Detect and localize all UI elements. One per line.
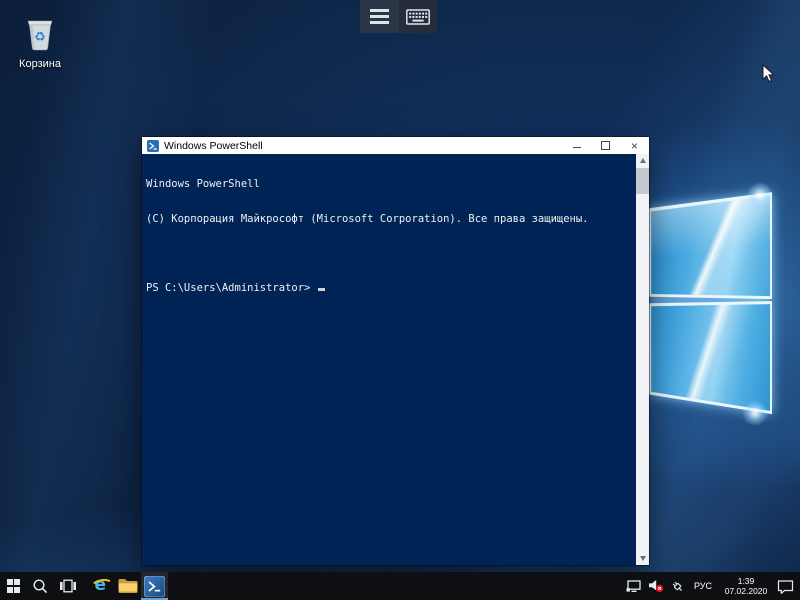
volume-muted-icon [648, 579, 664, 593]
network-tray-button[interactable] [623, 572, 645, 600]
powershell-icon [144, 576, 165, 597]
console-cursor [318, 288, 325, 291]
close-button[interactable]: × [620, 137, 649, 154]
internet-explorer-icon: e [91, 576, 111, 596]
action-center-icon [777, 579, 794, 594]
window-controls: × [562, 137, 649, 154]
powershell-window: Windows PowerShell × Windows PowerShell … [142, 137, 649, 565]
console-blank-line [146, 248, 634, 260]
file-explorer-icon [118, 578, 138, 594]
recycle-bin-label: Корзина [4, 58, 76, 70]
language-indicator[interactable]: РУС [688, 572, 718, 600]
mouse-cursor [762, 64, 775, 88]
window-title: Windows PowerShell [164, 140, 263, 152]
scrollbar-thumb[interactable] [636, 168, 649, 194]
console-area: Windows PowerShell (C) Корпорация Майкро… [142, 154, 649, 565]
console-line: Windows PowerShell [146, 179, 634, 191]
close-icon: × [631, 140, 638, 152]
scroll-up-icon [640, 158, 646, 163]
powershell-taskbar-button[interactable] [141, 572, 168, 600]
vm-console-toolbar [360, 0, 437, 33]
scroll-up-button[interactable] [636, 154, 649, 167]
eject-hardware-icon [670, 579, 685, 594]
windows-logo-icon [7, 579, 21, 593]
svg-text:♻: ♻ [34, 30, 46, 45]
scroll-down-button[interactable] [636, 552, 649, 565]
vm-menu-button[interactable] [360, 0, 399, 33]
console-prompt-line: PS C:\Users\Administrator> [146, 283, 634, 295]
window-titlebar[interactable]: Windows PowerShell × [142, 137, 649, 154]
file-explorer-button[interactable] [114, 572, 141, 600]
task-view-icon [59, 579, 77, 593]
hamburger-menu-icon [370, 9, 389, 24]
recycle-bin-desktop-icon[interactable]: ♻ Корзина [4, 12, 76, 70]
recycle-bin-icon: ♻ [22, 12, 58, 52]
logo-glint-bottom [740, 398, 770, 428]
volume-tray-button[interactable] [645, 572, 667, 600]
task-view-button[interactable] [54, 572, 81, 600]
console-prompt: PS C:\Users\Administrator> [146, 282, 317, 294]
console-scrollbar[interactable] [636, 154, 649, 565]
search-button[interactable] [27, 572, 54, 600]
action-center-button[interactable] [774, 572, 797, 600]
clock-time: 1:39 [725, 576, 768, 586]
maximize-button[interactable] [591, 137, 620, 154]
system-tray: РУС 1:39 07.02.2020 [623, 572, 800, 600]
console-output[interactable]: Windows PowerShell (C) Корпорация Майкро… [142, 154, 636, 565]
vm-keyboard-button[interactable] [399, 0, 438, 33]
minimize-button[interactable] [562, 137, 591, 154]
keyboard-icon [406, 9, 430, 25]
maximize-icon [601, 141, 610, 150]
console-line: (C) Корпорация Майкрософт (Microsoft Cor… [146, 214, 634, 226]
internet-explorer-button[interactable]: e [87, 572, 114, 600]
logo-glint-top [745, 180, 775, 210]
minimize-icon [573, 147, 581, 148]
powershell-title-icon [147, 140, 159, 152]
eject-hardware-tray-button[interactable] [667, 572, 688, 600]
start-button[interactable] [0, 572, 27, 600]
search-icon [32, 578, 49, 595]
network-icon [626, 580, 642, 593]
taskbar: e [0, 572, 800, 600]
scroll-down-icon [640, 556, 646, 561]
clock[interactable]: 1:39 07.02.2020 [718, 572, 774, 600]
clock-date: 07.02.2020 [725, 586, 768, 596]
windows-hero-logo [649, 191, 772, 421]
